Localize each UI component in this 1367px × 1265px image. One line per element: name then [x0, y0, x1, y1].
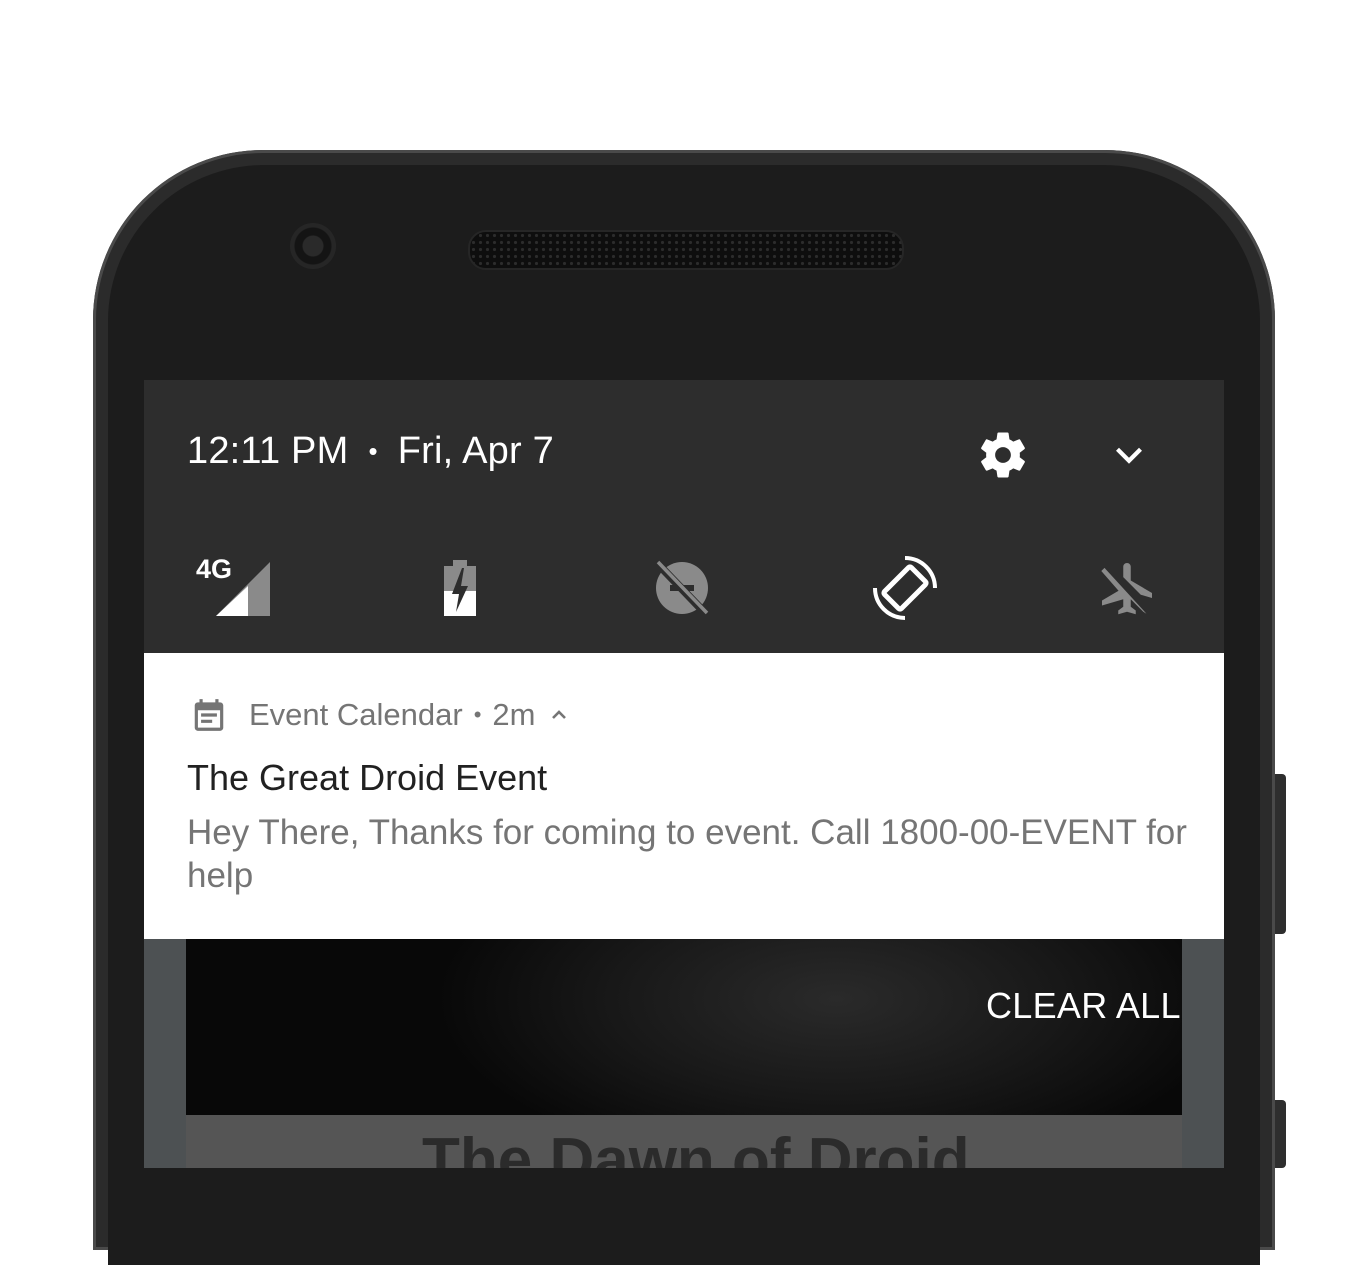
auto-rotate-icon — [873, 556, 937, 620]
signal-4g-icon — [216, 562, 270, 616]
status-date[interactable]: Fri, Apr 7 — [398, 430, 554, 473]
qs-tile-cellular[interactable]: 4G — [196, 554, 276, 616]
card-title: The Dawn of Droid — [422, 1126, 970, 1168]
card-image — [186, 939, 1182, 1115]
front-camera — [290, 223, 336, 269]
settings-button[interactable] — [976, 428, 1030, 482]
qs-tile-airplane[interactable] — [1087, 548, 1167, 628]
expand-button[interactable] — [1106, 432, 1152, 478]
screen: 12:11 PM • Fri, Apr 7 4G Event Calendar … — [144, 380, 1224, 1168]
status-datetime: 12:11 PM • Fri, Apr 7 — [187, 426, 554, 476]
notification-separator: • — [473, 702, 482, 727]
notification-shade-header: 12:11 PM • Fri, Apr 7 4G — [144, 380, 1224, 653]
card-footer: The Dawn of Droid — [186, 1115, 1182, 1168]
volume-button — [1275, 774, 1286, 934]
notification-time: 2m — [492, 697, 536, 732]
chevron-down-icon — [1116, 447, 1142, 464]
gear-icon — [981, 432, 1025, 478]
battery-charging-icon — [444, 560, 476, 616]
calendar-icon — [194, 699, 224, 731]
chevron-up-icon[interactable] — [547, 703, 571, 727]
status-time: 12:11 PM — [187, 429, 349, 472]
qs-tile-battery[interactable] — [420, 548, 500, 628]
airplane-mode-off-icon — [1101, 563, 1152, 615]
notification-app-name: Event Calendar — [249, 697, 463, 732]
status-separator: • — [368, 435, 378, 466]
qs-tile-data-saver[interactable] — [642, 548, 722, 628]
notification-header: Event Calendar • 2m — [190, 693, 571, 737]
power-button — [1275, 1100, 1286, 1168]
notification-body: Hey There, Thanks for coming to event. C… — [187, 813, 1187, 895]
notification-title: The Great Droid Event — [187, 757, 548, 798]
data-saver-off-icon — [655, 560, 709, 617]
clear-all-button[interactable]: CLEAR ALL — [986, 985, 1181, 1027]
notification-card[interactable]: Event Calendar • 2m The Great Droid Even… — [144, 653, 1224, 939]
background-card: The Dawn of Droid — [186, 939, 1182, 1168]
earpiece-speaker — [468, 230, 904, 270]
qs-tile-auto-rotate[interactable] — [865, 548, 945, 628]
